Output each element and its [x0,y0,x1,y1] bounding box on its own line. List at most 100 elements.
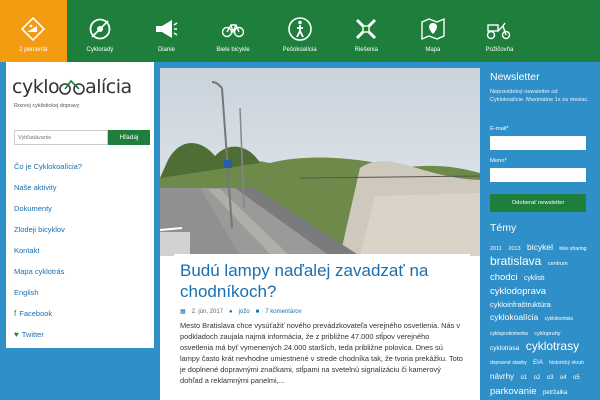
tag-link[interactable]: centrum [548,261,568,267]
tag-link[interactable]: cyklokomisia [545,316,573,322]
megaphone-icon [156,20,178,38]
tag-link[interactable]: cykloinfraštruktúra [490,300,551,309]
search-form: Hľadaj [14,130,150,145]
site-tagline: Rozvoj cyklistickej dopravy [14,103,80,109]
sidebar-item-mapa-cyklotras[interactable]: Mapa cyklotrás [14,261,150,282]
tag-link[interactable]: o5 [573,375,580,381]
cargo-bike-icon [487,22,511,40]
article-comments-link[interactable]: 7 komentárov [265,309,301,315]
right-sidebar: Newsletter Nepravidelný newsletter od Cy… [484,62,600,400]
comment-icon: ■ [255,308,260,315]
street-photo [160,68,480,256]
tag-link[interactable]: cyklotrasy [526,339,579,353]
nav-item-pesokoalicia[interactable]: Pešokoalícia [266,0,333,62]
nav-item-label: Riešenia [354,47,378,53]
sidebar-item-label: Čo je Cyklokoalícia? [14,162,82,171]
topics-heading: Témy [490,222,517,234]
nav-item-label: Cykloradý [86,47,114,53]
tag-link[interactable]: cykloprotiomerka [490,331,528,337]
tag-link[interactable]: 2013 [508,246,520,252]
sidebar-item-twitter[interactable]: ♥ Twitter [14,324,150,345]
nav-item-2-percenta[interactable]: 2 percentá [0,0,67,62]
nav-item-cyklorady[interactable]: Cykloradý [67,0,134,62]
subscribe-button[interactable]: Odoberať newsletter [490,194,586,212]
tag-link[interactable]: historický okruh [549,360,584,366]
site-logo[interactable]: cyklo alícia [12,76,152,106]
sidebar-item-nase-aktivity[interactable]: Naše aktivity [14,177,150,198]
tag-cloud: 2011 2013 bicykel bike sharing bratislav… [490,240,596,400]
newsletter-heading: Newsletter [490,71,540,83]
sidebar-item-label: Mapa cyklotrás [14,267,65,276]
article-card: Budú lampy naďalej zavadzať na chodníkoc… [174,254,470,400]
tag-link[interactable]: cyklokoalícia [490,312,538,322]
sidebar-item-label: Facebook [19,309,53,318]
sidebar-item-facebook[interactable]: f Facebook [14,303,150,324]
tag-link[interactable]: o4 [560,375,567,381]
nav-item-mapa[interactable]: Mapa [400,0,467,62]
main-content: Budú lampy naďalej zavadzať na chodníkoc… [160,68,480,400]
nav-item-biele-bicykle[interactable]: Biele bicykle [200,0,267,62]
sidebar-item-co-je-cyklokoalicia[interactable]: Čo je Cyklokoalícia? [14,156,150,177]
twitter-icon: ♥ [14,330,19,339]
map-icon [421,17,445,41]
tag-link[interactable]: dopravné stavby [490,360,527,366]
bicycle-wheel-icon [89,18,111,40]
email-field[interactable] [490,136,586,150]
tag-link[interactable]: návrhy [490,372,514,381]
search-input[interactable] [14,130,108,145]
article-excerpt: Mesto Bratislava chce vysúťažiť nového p… [180,321,463,385]
sidebar-menu: Čo je Cyklokoalícia? Naše aktivity Dokum… [14,156,150,345]
article-date: 2. jún, 2017 [191,308,224,315]
tag-link[interactable]: o2 [534,375,541,381]
sidebar-item-label: Naše aktivity [14,183,57,192]
article-title[interactable]: Budú lampy naďalej zavadzať na chodníkoc… [180,260,464,302]
nav-item-dianie[interactable]: Dianie [133,0,200,62]
email-label: E-mail* [490,126,509,132]
logo-text-left: cyklo [12,76,60,98]
sidebar-item-english[interactable]: English [14,282,150,303]
tag-link[interactable]: cyklopruhy [534,331,560,337]
article-hero-image[interactable] [160,68,480,256]
sidebar-item-label: Twitter [21,330,44,339]
sidebar-item-label: Kontakt [14,246,40,255]
tag-link[interactable]: o3 [547,375,554,381]
tag-link[interactable]: petržalka [543,390,567,396]
logo-text-right: alícia [85,76,132,98]
sidebar-item-label: Dokumenty [14,204,52,213]
left-sidebar: cyklo alícia Rozvoj cyklistickej dopravy … [6,62,154,348]
tag-link[interactable]: cyklisti [524,275,545,282]
sidebar-item-dokumenty[interactable]: Dokumenty [14,198,150,219]
nav-item-label: Mapa [425,47,441,53]
top-navigation: 2 percentá Cykloradý Dianie Biele bicykl… [0,0,600,62]
sidebar-item-kontakt[interactable]: Kontakt [14,240,150,261]
name-field[interactable] [490,168,586,182]
tag-link[interactable]: bicykel [527,242,553,252]
tag-link[interactable]: bratislava [490,254,541,268]
tag-link[interactable]: cyklodoprava [490,286,546,297]
bicycle-icon [221,24,245,38]
nav-item-label: Požičovňa [485,47,514,53]
sidebar-item-label: English [14,288,39,297]
sidebar-item-label: Zlodeji bicyklov [14,225,65,234]
tag-link[interactable]: chodci [490,272,517,283]
search-button[interactable]: Hľadaj [108,130,150,145]
calendar-icon: ▦ [180,309,186,315]
tag-link[interactable]: cyklotrasa [490,345,519,352]
bicycle-logo-icon [59,79,85,95]
sidebar-item-zlodeji-bicyklov[interactable]: Zlodeji bicyklov [14,219,150,240]
pedestrian-sign-icon [287,17,312,41]
tag-link[interactable]: bike sharing [559,246,586,252]
nav-item-label: Pešokoalícia [282,47,317,53]
nav-item-pozicovna[interactable]: Požičovňa [466,0,533,62]
nav-item-riesenia[interactable]: Riešenia [333,0,400,62]
tag-link[interactable]: 2011 [490,246,502,252]
name-label: Meno* [490,158,507,164]
newsletter-note: Nepravidelný newsletter od Cyklokoalície… [490,89,589,103]
facebook-icon: f [14,309,17,318]
article-meta: ▦ 2. jún, 2017 ● jožo ■ 7 komentárov [180,308,464,316]
tag-link[interactable]: parkovanie [490,386,536,397]
tag-link[interactable]: o1 [520,375,527,381]
percent-slope-icon [21,17,46,41]
tag-link[interactable]: EIA [533,360,543,366]
article-author[interactable]: jožo [239,309,250,315]
